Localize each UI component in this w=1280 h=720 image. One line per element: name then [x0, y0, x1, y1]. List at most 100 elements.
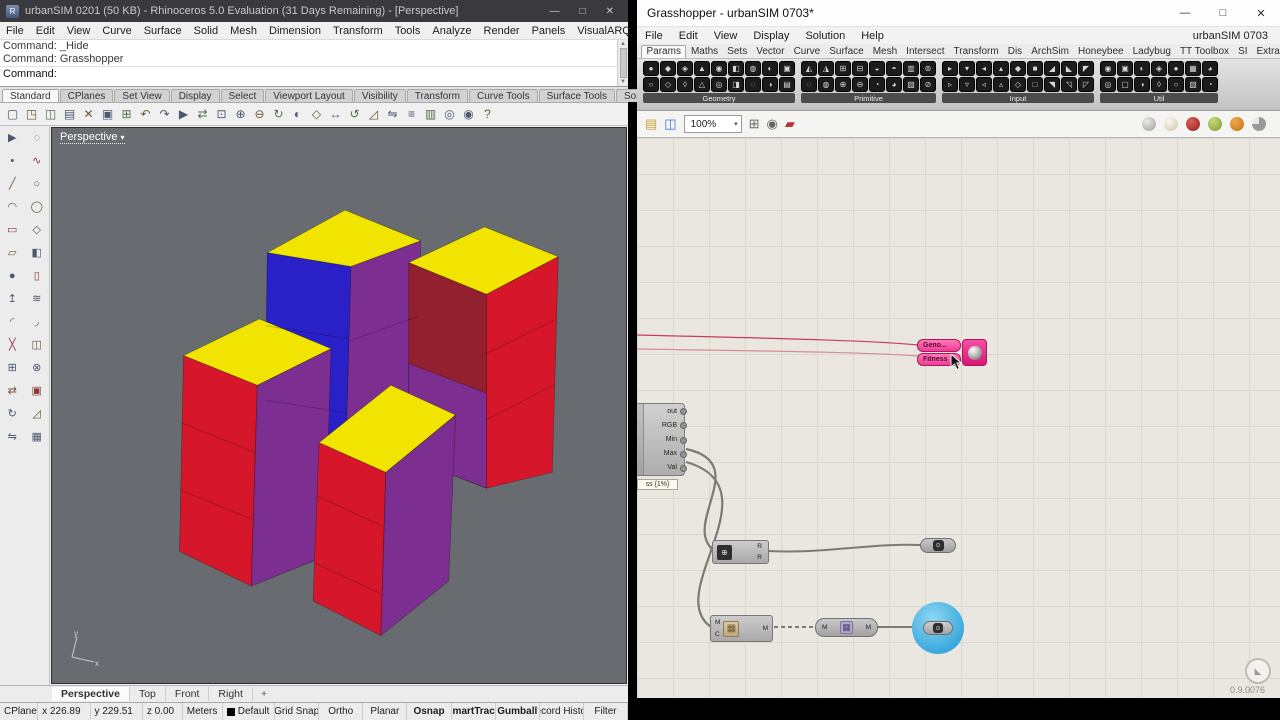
mirror-icon[interactable]: ⇋ — [383, 107, 402, 121]
shaded-preview-icon[interactable] — [1186, 117, 1200, 131]
palette-component-icon[interactable]: ⊖ — [852, 77, 868, 92]
menu-item[interactable]: Transform — [327, 25, 389, 37]
gh-tab[interactable]: Mesh — [868, 46, 901, 58]
menu-item[interactable]: Help — [853, 30, 892, 42]
scroll-thumb[interactable] — [619, 48, 627, 78]
viewport-menu-caret-icon[interactable]: ▾ — [120, 133, 124, 142]
gh-tab[interactable]: Surface — [825, 46, 868, 58]
lasso-icon[interactable]: ◌ — [25, 126, 50, 149]
zoom-window-icon[interactable]: ⊕ — [231, 107, 250, 121]
highlighted-param-capsule[interactable]: ⊙ — [923, 621, 953, 635]
split-icon[interactable]: ◫ — [25, 333, 50, 356]
palette-component-icon[interactable]: ◉ — [1100, 61, 1116, 76]
palette-component-icon[interactable]: ◮ — [818, 61, 834, 76]
maximize-button[interactable]: □ — [580, 6, 586, 17]
gh-tab[interactable]: Intersect — [902, 46, 949, 58]
viewport-tab[interactable]: Front — [166, 687, 210, 701]
menu-item[interactable]: View — [706, 30, 746, 42]
menu-item[interactable]: Mesh — [224, 25, 263, 37]
perspective-viewport[interactable]: Perspective ▾ x y — [51, 127, 627, 684]
scroll-down-icon[interactable]: ▼ — [620, 79, 626, 85]
zoom-out-icon[interactable]: ⊖ — [250, 107, 269, 121]
cylinder-icon[interactable]: ▯ — [25, 264, 50, 287]
polygon-icon[interactable]: ◇ — [25, 218, 50, 241]
open-folder-icon[interactable]: ▤ — [645, 116, 657, 132]
menu-item[interactable]: Curve — [96, 25, 137, 37]
minimize-button[interactable]: — — [550, 6, 560, 17]
palette-component-icon[interactable]: ◇ — [660, 77, 676, 92]
status-pane[interactable]: Gumball — [496, 703, 540, 720]
revolve-icon[interactable]: ◞ — [25, 310, 50, 333]
move-tool-icon[interactable]: ⇄ — [0, 379, 25, 402]
palette-component-icon[interactable]: ▤ — [779, 77, 795, 92]
palette-component-icon[interactable]: ◈ — [677, 61, 693, 76]
palette-component-icon[interactable]: ▴ — [993, 61, 1009, 76]
copy-tool-icon[interactable]: ▣ — [25, 379, 50, 402]
toolbar-tab[interactable]: Select — [220, 89, 265, 102]
gh-close-button[interactable]: ✕ — [1242, 0, 1280, 27]
box-icon[interactable]: ◧ — [25, 241, 50, 264]
palette-component-icon[interactable]: ◉ — [711, 61, 727, 76]
mesh-component[interactable]: M C ▦ M — [710, 615, 773, 642]
palette-component-icon[interactable]: ▲ — [694, 61, 710, 76]
status-pane[interactable]: Filter — [584, 703, 629, 720]
status-pane[interactable]: SmartTrack — [452, 703, 496, 720]
palette-group-label[interactable]: Input — [942, 93, 1094, 103]
palette-component-icon[interactable]: ◒ — [869, 61, 885, 76]
current-layer[interactable]: Default — [223, 703, 276, 720]
gh-canvas[interactable]: Geno... Fitness out RGB Min Max Val ss {1%} … — [637, 138, 1280, 698]
osnap-icon[interactable]: ◎ — [440, 107, 459, 121]
palette-component-icon[interactable]: ● — [1168, 61, 1184, 76]
scale-icon[interactable]: ◿ — [364, 107, 383, 121]
component-output[interactable]: out — [644, 404, 687, 418]
command-scrollbar[interactable]: ▲ ▼ — [617, 40, 628, 86]
save-file-icon[interactable]: ◫ — [664, 116, 676, 132]
palette-component-icon[interactable]: ◭ — [801, 61, 817, 76]
menu-item[interactable]: Solid — [188, 25, 224, 37]
menu-item[interactable]: Edit — [671, 30, 706, 42]
redo-icon[interactable]: ↷ — [155, 107, 174, 121]
select-arrow-icon[interactable]: ▶ — [0, 126, 25, 149]
status-pane[interactable]: Ortho — [319, 703, 364, 720]
array-icon[interactable]: ▦ — [25, 425, 50, 448]
command-area[interactable]: Command: _Hide Command: Grasshopper Comma… — [0, 40, 628, 87]
palette-component-icon[interactable]: ▾ — [959, 61, 975, 76]
palette-component-icon[interactable]: ◌ — [745, 77, 761, 92]
component-output[interactable]: Max — [644, 447, 687, 461]
save-icon[interactable]: ◫ — [41, 107, 60, 121]
palette-component-icon[interactable]: ⊞ — [835, 61, 851, 76]
honeybee-icon[interactable] — [1230, 117, 1244, 131]
sphere-icon[interactable]: ● — [0, 264, 25, 287]
component-output[interactable]: RGB — [644, 418, 687, 432]
palette-component-icon[interactable]: ◸ — [1078, 77, 1094, 92]
gh-tab[interactable]: Transform — [949, 46, 1003, 58]
menu-item[interactable]: View — [61, 25, 97, 37]
component-output[interactable]: M — [866, 624, 871, 631]
palette-component-icon[interactable]: ◔ — [1202, 77, 1218, 92]
gh-tab[interactable]: Vector — [752, 46, 789, 58]
palette-component-icon[interactable]: ▣ — [779, 61, 795, 76]
palette-component-icon[interactable]: ◃ — [976, 77, 992, 92]
palette-component-icon[interactable]: ▨ — [903, 77, 919, 92]
palette-component-icon[interactable]: ◓ — [886, 61, 902, 76]
palette-component-icon[interactable]: ◤ — [1078, 61, 1094, 76]
gh-tab[interactable]: TT Toolbox — [1175, 46, 1233, 58]
new-viewport-tab-icon[interactable]: + — [253, 688, 275, 700]
menu-item[interactable]: File — [0, 25, 30, 37]
component-output[interactable]: Val — [644, 461, 687, 475]
arc-icon[interactable]: ◠ — [0, 195, 25, 218]
component-output[interactable]: R — [757, 554, 762, 561]
open-file-icon[interactable]: ◳ — [22, 107, 41, 121]
curve-icon[interactable]: ∿ — [25, 149, 50, 172]
gradient-component[interactable]: out RGB Min Max Val — [637, 403, 687, 476]
loft-icon[interactable]: ≋ — [25, 287, 50, 310]
palette-component-icon[interactable]: ◇ — [1010, 77, 1026, 92]
print-icon[interactable]: ▤ — [60, 107, 79, 121]
status-pane[interactable]: Planar — [363, 703, 408, 720]
menu-item[interactable]: Display — [745, 30, 797, 42]
wire-preview-icon[interactable] — [1164, 117, 1178, 131]
galapagos-solver-core[interactable] — [962, 339, 987, 366]
component-input[interactable]: C — [715, 631, 720, 638]
new-file-icon[interactable]: ▢ — [3, 107, 22, 121]
gh-tab[interactable]: Ladybug — [1128, 46, 1175, 58]
